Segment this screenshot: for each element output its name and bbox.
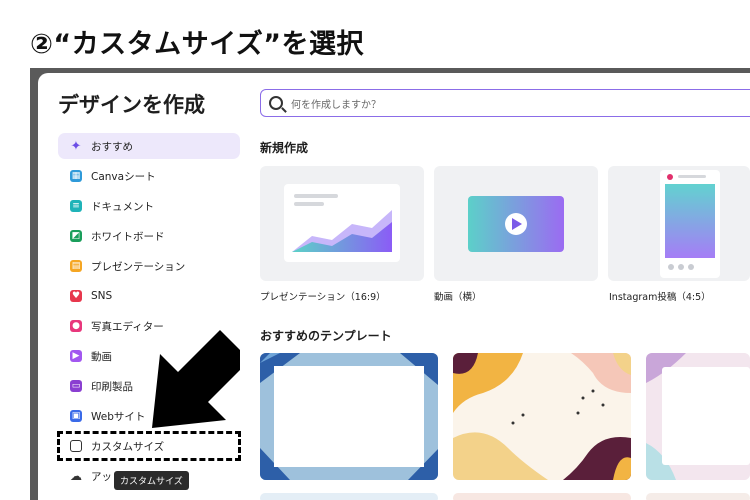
panel-title: デザインを作成 [58, 93, 205, 117]
sidebar-item-document[interactable]: ≡ ドキュメント [58, 193, 240, 219]
sheet-icon: ▦ [70, 170, 82, 182]
instagram-thumbnail [660, 170, 720, 278]
template-card[interactable] [453, 493, 631, 500]
new-presentation-card[interactable] [260, 166, 424, 281]
sidebar-item-label: 動画 [91, 350, 112, 363]
document-icon: ≡ [70, 200, 82, 212]
new-instagram-card[interactable] [608, 166, 750, 281]
sidebar-item-whiteboard[interactable]: ◩ ホワイトボード [58, 223, 240, 249]
template-card[interactable] [646, 493, 750, 500]
upload-icon: ☁ [70, 469, 82, 483]
template-card[interactable] [260, 353, 438, 480]
sidebar-item-label: ドキュメント [91, 200, 154, 213]
step-title: ②“カスタムサイズ”を選択 [30, 29, 365, 60]
template-card[interactable] [260, 493, 438, 500]
sidebar-item-label: おすすめ [91, 140, 133, 153]
search-icon [269, 96, 283, 110]
template-thumbnail-pastel [646, 353, 750, 480]
website-icon: ▣ [70, 410, 82, 422]
sparkle-icon: ✦ [70, 138, 82, 154]
new-video-card[interactable] [434, 166, 598, 281]
presentation-card-label: プレゼンテーション（16:9） [260, 292, 386, 303]
sidebar-item-label: SNS [91, 290, 113, 302]
instagram-card-label: Instagram投稿（4:5） [609, 292, 711, 303]
search-box[interactable]: 何を作成しますか？ [260, 89, 750, 117]
pointer-arrow-icon [152, 330, 240, 428]
sidebar-item-label: プレゼンテーション [91, 260, 186, 273]
template-card[interactable] [453, 353, 631, 480]
custom-size-tooltip: カスタムサイズ [114, 471, 189, 490]
sidebar-item-label: Canvaシート [91, 170, 156, 183]
presentation-icon: ▤ [70, 260, 82, 272]
search-input[interactable]: 何を作成しますか？ [291, 96, 381, 111]
sns-icon: ♥ [70, 290, 82, 302]
video-card-label: 動画（横） [434, 292, 482, 303]
sidebar-item-sns[interactable]: ♥ SNS [58, 283, 240, 309]
sidebar-item-label: ホワイトボード [91, 230, 165, 243]
template-thumbnail-blue [260, 353, 438, 480]
new-design-heading: 新規作成 [260, 141, 309, 155]
print-icon: ▭ [70, 380, 82, 392]
whiteboard-icon: ◩ [70, 230, 82, 242]
video-thumbnail [468, 196, 564, 252]
video-icon: ▶ [70, 350, 82, 362]
sidebar-item-presentation[interactable]: ▤ プレゼンテーション [58, 253, 240, 279]
sidebar-item-label: 印刷製品 [91, 380, 133, 393]
template-thumbnail-abstract [453, 353, 631, 480]
presentation-thumbnail [284, 184, 400, 262]
sidebar-item-recommended[interactable]: ✦ おすすめ [58, 133, 240, 159]
template-card[interactable] [646, 353, 750, 480]
sidebar-item-label: アッ [91, 470, 112, 483]
photo-editor-icon: ● [70, 320, 82, 332]
sidebar-item-canva-sheet[interactable]: ▦ Canvaシート [58, 163, 240, 189]
templates-heading: おすすめのテンプレート [260, 329, 392, 343]
